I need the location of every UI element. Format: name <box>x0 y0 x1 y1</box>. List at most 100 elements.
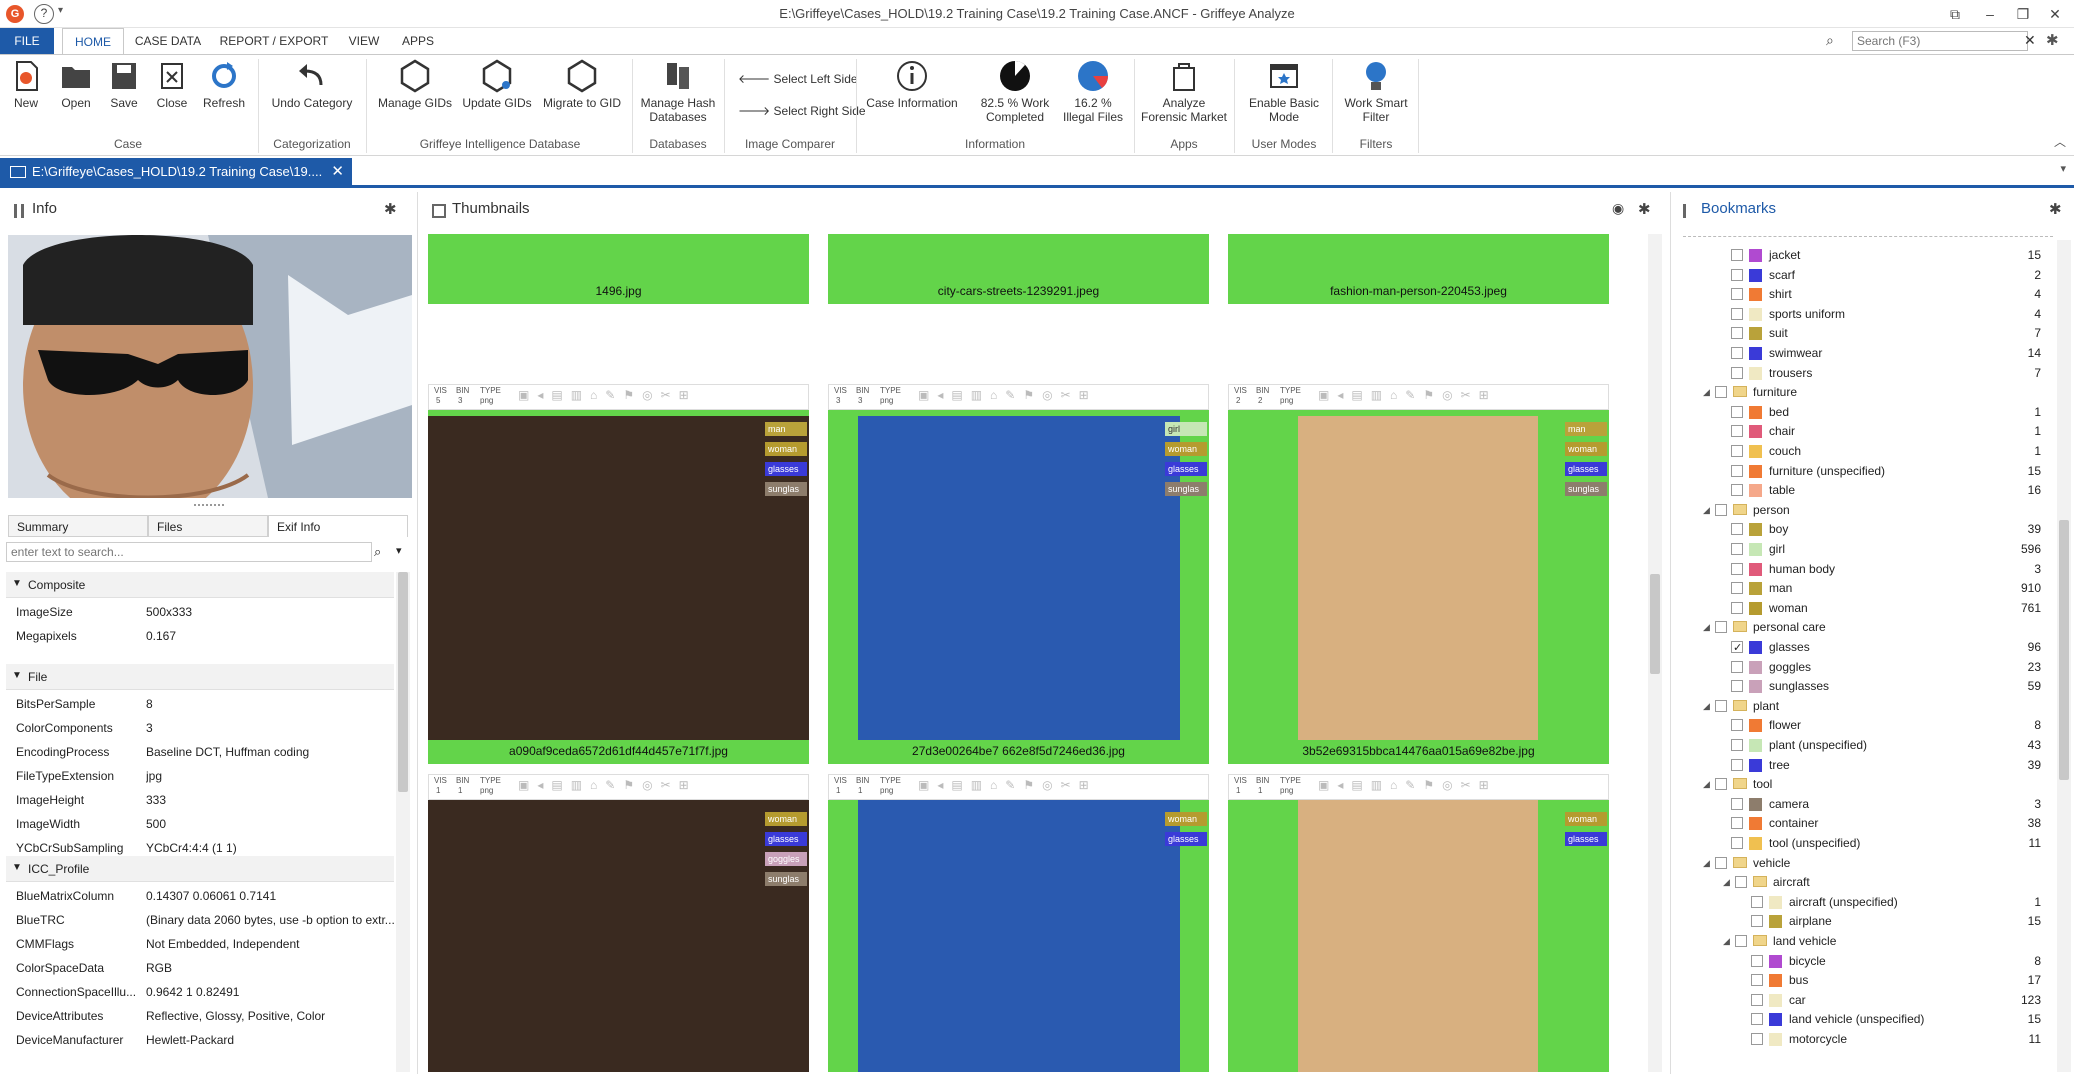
select-left-button[interactable]: 🡐 Select Left Side <box>738 71 858 86</box>
bookmark-checkbox[interactable] <box>1731 523 1743 536</box>
analyze-forensic-market-button[interactable]: Analyze Forensic Market <box>1138 59 1230 124</box>
bookmark-checkbox[interactable] <box>1731 758 1743 771</box>
exif-search-input[interactable] <box>6 542 372 562</box>
close-tab-icon[interactable]: ✕ <box>331 158 344 186</box>
thumbnail-card[interactable]: VIS 1 BIN 1 TYPE png ▣◂▤▥⌂✎⚑◎✂⊞ woman glasses gog… <box>428 774 809 1072</box>
bookmark-row[interactable]: ◢ plant <box>1675 697 2047 715</box>
bookmark-checkbox[interactable] <box>1731 327 1743 340</box>
search-dropdown-icon[interactable]: ▾ <box>396 544 402 557</box>
thumbnail-action-icons[interactable]: ▣◂▤▥⌂✎⚑◎✂⊞ <box>518 388 697 402</box>
bookmark-row[interactable]: boy 39 <box>1675 520 2047 538</box>
bookmark-checkbox[interactable] <box>1751 1033 1763 1045</box>
bookmark-checkbox[interactable] <box>1731 464 1743 477</box>
thumbnail-action-icons[interactable]: ▣◂▤▥⌂✎⚑◎✂⊞ <box>1318 778 1497 792</box>
maximize-button[interactable]: ❐ <box>2008 3 2038 25</box>
bookmark-checkbox[interactable] <box>1731 425 1743 438</box>
bookmark-row[interactable]: human body 3 <box>1675 560 2047 578</box>
bookmark-checkbox[interactable] <box>1731 582 1743 595</box>
bookmark-row[interactable]: tool (unspecified) 11 <box>1675 834 2047 852</box>
restore-layout-icon[interactable]: ⧉ <box>1940 3 1970 25</box>
bookmark-row[interactable]: couch 1 <box>1675 442 2047 460</box>
bookmark-row[interactable]: suit 7 <box>1675 324 2047 342</box>
minimize-button[interactable]: – <box>1975 3 2005 25</box>
select-right-button[interactable]: 🡒 Select Right Side <box>738 103 866 118</box>
bookmark-row[interactable]: ◢ tool <box>1675 775 2047 793</box>
bookmark-row[interactable]: flower 8 <box>1675 716 2047 734</box>
bookmark-row[interactable]: scarf 2 <box>1675 266 2047 284</box>
manage-hash-button[interactable]: Manage Hash Databases <box>636 59 720 124</box>
migrate-gid-button[interactable]: Migrate to GID <box>540 59 624 110</box>
bookmark-checkbox[interactable] <box>1751 915 1763 928</box>
bookmark-row[interactable]: tree 39 <box>1675 756 2047 774</box>
tab-files[interactable]: Files <box>148 515 268 537</box>
thumbnail-image-area[interactable]: man woman glasses sunglas a090af9ceda6572d61… <box>428 410 809 764</box>
close-case-button[interactable]: Close <box>152 59 192 110</box>
settings-icon[interactable]: ✱ <box>2046 31 2059 49</box>
bookmark-row[interactable]: plant (unspecified) 43 <box>1675 736 2047 754</box>
bookmark-row[interactable]: airplane 15 <box>1675 912 2047 930</box>
bookmark-checkbox[interactable] <box>1731 288 1743 301</box>
bookmark-row[interactable]: motorcycle 11 <box>1675 1030 2047 1048</box>
collapse-arrow-icon[interactable]: ◢ <box>1703 775 1710 793</box>
work-smart-filter-button[interactable]: Work Smart Filter <box>1338 59 1414 124</box>
thumbnail-image-area[interactable]: 1496.jpg <box>428 234 809 304</box>
bookmark-row[interactable]: sunglasses 59 <box>1675 677 2047 695</box>
manage-gids-button[interactable]: Manage GIDs <box>376 59 454 110</box>
tab-home[interactable]: HOME <box>62 28 124 55</box>
bookmark-row[interactable]: man 910 <box>1675 579 2047 597</box>
refresh-button[interactable]: Refresh <box>200 59 248 110</box>
bookmark-checkbox[interactable] <box>1731 405 1743 418</box>
bookmark-row[interactable]: ◢ land vehicle <box>1675 932 2047 950</box>
collapse-arrow-icon[interactable]: ◢ <box>1703 383 1710 401</box>
bookmark-checkbox[interactable] <box>1751 974 1763 987</box>
bookmark-row[interactable]: furniture (unspecified) 15 <box>1675 462 2047 480</box>
thumbnail-card[interactable]: VIS 3 BIN 3 TYPE png ▣◂▤▥⌂✎⚑◎✂⊞ girl woman glasse… <box>828 384 1209 764</box>
bookmark-checkbox[interactable] <box>1751 895 1763 908</box>
bookmark-checkbox[interactable] <box>1731 817 1743 830</box>
bookmark-row[interactable]: trousers 7 <box>1675 364 2047 382</box>
global-search-input[interactable] <box>1852 31 2028 51</box>
bookmark-checkbox[interactable] <box>1731 680 1743 693</box>
bookmark-checkbox[interactable] <box>1731 445 1743 457</box>
thumbnail-card[interactable]: fashion-man-person-220453.jpeg <box>1228 234 1609 304</box>
thumbnail-card[interactable]: 1496.jpg <box>428 234 809 304</box>
bookmark-checkbox[interactable] <box>1715 621 1727 634</box>
thumbnail-action-icons[interactable]: ▣◂▤▥⌂✎⚑◎✂⊞ <box>1318 388 1497 402</box>
tab-file[interactable]: FILE <box>0 28 54 54</box>
binoculars-search-icon[interactable]: ⌕ <box>374 544 381 560</box>
bookmark-row[interactable]: chair 1 <box>1675 422 2047 440</box>
bookmark-row[interactable]: goggles 23 <box>1675 658 2047 676</box>
work-completed-button[interactable]: 82.5 % Work Completed <box>974 59 1056 124</box>
update-gids-button[interactable]: Update GIDs <box>458 59 536 110</box>
clear-search-icon[interactable]: ✕ <box>2024 32 2036 49</box>
bookmark-row[interactable]: ◢ person <box>1675 501 2047 519</box>
thumbnail-image-area[interactable]: man woman glasses sunglas 3b52e69315bbca1447… <box>1228 410 1609 764</box>
bookmark-row[interactable]: aircraft (unspecified) 1 <box>1675 893 2047 911</box>
bookmark-checkbox[interactable] <box>1731 562 1743 575</box>
collapse-arrow-icon[interactable]: ◢ <box>1723 873 1730 891</box>
bookmark-checkbox[interactable] <box>1731 484 1743 497</box>
thumbnail-image-area[interactable]: woman glasses <box>1228 800 1609 1072</box>
icc-profile-section[interactable]: ▼ ICC_Profile <box>6 856 394 882</box>
thumbnail-card[interactable]: VIS 5 BIN 3 TYPE png ▣◂▤▥⌂✎⚑◎✂⊞ man woman glasses… <box>428 384 809 764</box>
bookmark-checkbox[interactable] <box>1715 699 1727 712</box>
thumbnail-image-area[interactable]: woman glasses goggles sunglas <box>428 800 809 1072</box>
tab-exif-info[interactable]: Exif Info <box>268 515 408 537</box>
bookmarks-scrollbar[interactable] <box>2057 240 2071 1072</box>
case-document-tab[interactable]: E:\Griffeye\Cases_HOLD\19.2 Training Cas… <box>0 158 352 186</box>
bookmark-row[interactable]: sports uniform 4 <box>1675 305 2047 323</box>
bookmark-row[interactable]: ◢ aircraft <box>1675 873 2047 891</box>
thumbnail-card[interactable]: city-cars-streets-1239291.jpeg <box>828 234 1209 304</box>
tab-apps[interactable]: APPS <box>398 28 438 54</box>
bookmark-checkbox[interactable] <box>1715 856 1727 869</box>
thumbnail-image-area[interactable]: woman glasses <box>828 800 1209 1072</box>
case-information-button[interactable]: Case Information <box>864 59 960 110</box>
pin-panel-icon[interactable]: ✱ <box>1638 200 1651 218</box>
pin-panel-icon[interactable]: ✱ <box>384 200 397 218</box>
bookmark-row[interactable]: jacket 15 <box>1675 248 2047 264</box>
bookmark-row[interactable]: land vehicle (unspecified) 15 <box>1675 1010 2047 1028</box>
splitter-grip[interactable] <box>194 504 224 508</box>
bookmark-checkbox[interactable] <box>1731 837 1743 849</box>
bookmark-checkbox[interactable] <box>1731 601 1743 614</box>
thumbnail-card[interactable]: VIS 1 BIN 1 TYPE png ▣◂▤▥⌂✎⚑◎✂⊞ woman glasses <box>828 774 1209 1072</box>
